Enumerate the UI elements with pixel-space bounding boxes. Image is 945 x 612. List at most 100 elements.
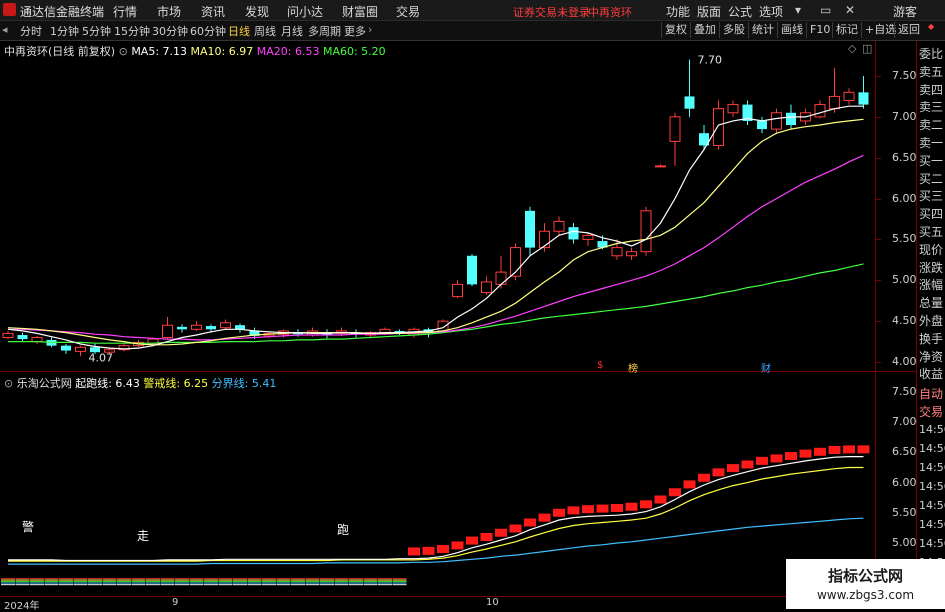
side-item[interactable]: 涨跌 [919, 259, 943, 276]
tab-30min[interactable]: 30分钟 [152, 23, 188, 39]
menu-gongshi[interactable]: 公式 [728, 3, 752, 20]
candle[interactable] [771, 108, 782, 134]
candle[interactable] [582, 232, 594, 246]
candle-body-up [452, 283, 463, 298]
side-item[interactable]: 买四 [919, 205, 943, 222]
candle[interactable] [640, 206, 652, 256]
tab-1min[interactable]: 1分钟 [50, 23, 79, 39]
side-small-icon[interactable]: ◆ [928, 22, 934, 31]
candle[interactable] [742, 100, 753, 126]
candle[interactable] [452, 280, 463, 299]
duogu-button[interactable]: 多股 [719, 22, 748, 38]
tab-5min[interactable]: 5分钟 [82, 23, 111, 39]
candle[interactable] [843, 88, 855, 105]
tab-fenshi[interactable]: 分时 [20, 23, 42, 39]
tab-15min[interactable]: 15分钟 [114, 23, 150, 39]
side-item[interactable]: 收益 [919, 365, 943, 382]
minimize-icon[interactable]: ▾ [795, 3, 801, 17]
candle[interactable] [669, 112, 681, 166]
candle[interactable] [699, 125, 709, 150]
side-item[interactable]: 买三 [919, 187, 943, 204]
side-item[interactable]: 净资 [919, 348, 943, 365]
side-item[interactable]: 买五 [919, 223, 943, 240]
tab-daily[interactable]: 日线 [228, 23, 250, 39]
indicator-chart[interactable] [0, 372, 875, 596]
menu-hangqing[interactable]: 行情 [113, 3, 137, 20]
side-item[interactable]: 外盘 [919, 312, 943, 329]
candle[interactable] [220, 319, 231, 330]
back-button[interactable]: 返回 [894, 22, 923, 38]
band-segment [363, 579, 378, 581]
f10-button[interactable]: F10 [806, 22, 833, 38]
candle[interactable] [177, 324, 187, 333]
login-status[interactable]: 证券交易未登录 [513, 4, 590, 20]
menu-shichang[interactable]: 市场 [157, 3, 181, 20]
chevron-left-icon[interactable]: ◂ [2, 23, 8, 36]
candle[interactable] [61, 344, 71, 354]
restore-icon[interactable]: ▭ [820, 3, 831, 17]
side-item[interactable]: 卖一 [919, 134, 943, 151]
candle[interactable] [727, 100, 739, 117]
candle[interactable] [814, 100, 826, 119]
menu-wenxiaoda[interactable]: 问小达 [287, 3, 323, 20]
tab-monthly[interactable]: 月线 [281, 23, 303, 39]
side-item[interactable]: 涨幅 [919, 276, 943, 293]
candle[interactable] [481, 276, 492, 295]
chevron-right-icon[interactable]: › [368, 23, 372, 36]
side-item[interactable]: 委比 [919, 45, 943, 62]
side-item[interactable]: 换手 [919, 330, 943, 347]
candle[interactable] [757, 116, 767, 134]
candle[interactable] [553, 216, 565, 236]
fuquan-button[interactable]: 复权 [661, 22, 690, 38]
side-item[interactable]: 卖三 [919, 98, 943, 115]
band-segment [392, 579, 407, 581]
huaxian-button[interactable]: 画线 [777, 22, 806, 38]
menu-banmian[interactable]: 版面 [697, 3, 721, 20]
band-segment [59, 578, 73, 580]
menu-caifuquan[interactable]: 财富圈 [342, 3, 378, 20]
side-item[interactable]: 现价 [919, 241, 943, 258]
side-item[interactable]: 卖二 [919, 116, 943, 133]
candle[interactable] [829, 67, 840, 113]
candle[interactable] [684, 59, 695, 117]
menu-xuanxiang[interactable]: 选项 [759, 3, 783, 20]
tab-multi-period[interactable]: 多周期 [308, 23, 341, 39]
candle[interactable] [858, 76, 869, 109]
side-sub-item[interactable]: 交易 [919, 403, 943, 420]
candlestick-chart[interactable]: 7.70 4.07 [0, 41, 875, 371]
tongji-button[interactable]: 统计 [748, 22, 777, 38]
candle[interactable] [162, 317, 173, 340]
candle[interactable] [525, 206, 535, 256]
side-sub-item[interactable]: 自动 [919, 385, 943, 402]
menu-zixun[interactable]: 资讯 [201, 3, 225, 20]
candle[interactable] [626, 247, 637, 260]
menu-faxian[interactable]: 发现 [245, 3, 269, 20]
side-item[interactable]: 卖四 [919, 81, 943, 98]
menu-gongneng[interactable]: 功能 [666, 3, 690, 20]
candle[interactable] [17, 332, 28, 342]
side-item[interactable]: 总量 [919, 294, 943, 311]
candle[interactable] [2, 330, 14, 340]
tab-60min[interactable]: 60分钟 [190, 23, 226, 39]
guest-label[interactable]: 游客 [893, 3, 917, 20]
candle[interactable] [539, 223, 550, 252]
candle[interactable] [655, 164, 666, 168]
diejia-button[interactable]: 叠加 [690, 22, 719, 38]
candle[interactable] [118, 344, 130, 352]
candle[interactable] [191, 321, 202, 331]
menu-jiaoyi[interactable]: 交易 [396, 3, 420, 20]
tab-more[interactable]: 更多 [344, 23, 366, 39]
biaoji-button[interactable]: 标记 [832, 22, 861, 38]
close-icon[interactable]: ✕ [845, 3, 855, 17]
candle[interactable] [495, 255, 507, 289]
candle[interactable] [568, 223, 579, 244]
dividend-marker[interactable]: $ [597, 360, 603, 371]
candle[interactable] [75, 345, 86, 357]
candle[interactable] [31, 335, 43, 345]
side-item[interactable]: 买一 [919, 152, 943, 169]
side-item[interactable]: 买二 [919, 170, 943, 187]
candle[interactable] [467, 254, 477, 287]
tab-weekly[interactable]: 周线 [254, 23, 276, 39]
candle[interactable] [235, 323, 245, 333]
side-item[interactable]: 卖五 [919, 63, 943, 80]
